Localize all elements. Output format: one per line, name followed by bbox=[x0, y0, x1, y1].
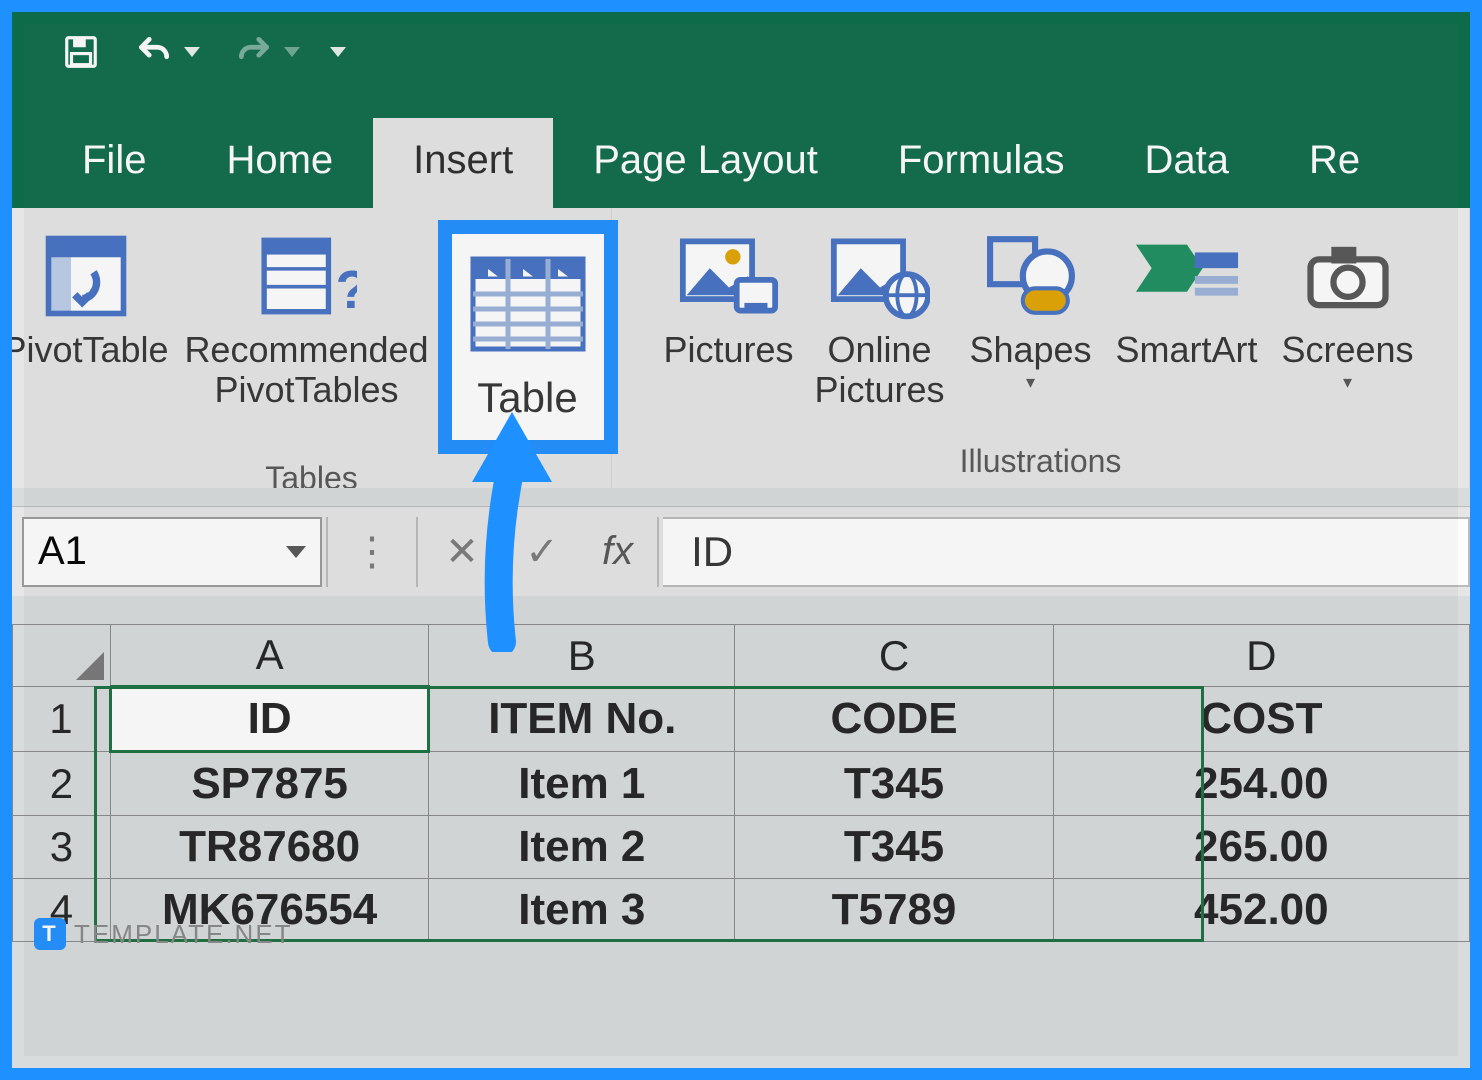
cell-D4[interactable]: 452.00 bbox=[1053, 879, 1469, 942]
quick-access-toolbar bbox=[12, 12, 1470, 92]
online-pictures-button[interactable]: Online Pictures bbox=[805, 226, 955, 409]
table-row: 3 TR87680 Item 2 T345 265.00 bbox=[13, 816, 1470, 879]
cell-C3[interactable]: T345 bbox=[735, 816, 1053, 879]
chevron-down-icon: ▾ bbox=[1026, 372, 1035, 393]
shapes-icon bbox=[976, 226, 1086, 326]
column-header-C[interactable]: C bbox=[735, 625, 1053, 687]
online-pictures-icon bbox=[825, 226, 935, 326]
formula-bar: A1 ⋮ ✕ ✓ fx ID bbox=[12, 506, 1470, 596]
pictures-label: Pictures bbox=[663, 330, 793, 370]
save-icon[interactable] bbox=[62, 33, 100, 71]
tab-page-layout[interactable]: Page Layout bbox=[553, 118, 858, 208]
table-button[interactable]: Table bbox=[438, 220, 618, 454]
pictures-button[interactable]: Pictures bbox=[659, 226, 799, 370]
ribbon-group-illustrations: Pictures Online Pictures bbox=[612, 208, 1470, 488]
shapes-label: Shapes bbox=[969, 330, 1091, 370]
cell-D2[interactable]: 254.00 bbox=[1053, 752, 1469, 816]
row-header-1[interactable]: 1 bbox=[13, 687, 111, 752]
online-pictures-label-l2: Pictures bbox=[814, 370, 944, 410]
recommended-pivot-tables-label-l2: PivotTables bbox=[214, 370, 398, 410]
watermark-text: TEMPLATE.NET bbox=[74, 919, 293, 950]
table-row: 1 ID ITEM No. CODE COST bbox=[13, 687, 1470, 752]
column-header-B[interactable]: B bbox=[429, 625, 735, 687]
cell-B1[interactable]: ITEM No. bbox=[429, 687, 735, 752]
select-all-corner[interactable] bbox=[13, 625, 111, 687]
screenshot-icon bbox=[1293, 226, 1403, 326]
customize-qat-icon[interactable] bbox=[330, 47, 346, 57]
tab-file[interactable]: File bbox=[42, 118, 186, 208]
watermark-badge: T bbox=[34, 918, 66, 950]
tab-data[interactable]: Data bbox=[1105, 118, 1270, 208]
ribbon-group-tables-label: Tables bbox=[265, 454, 358, 488]
cell-A3[interactable]: TR87680 bbox=[110, 816, 428, 879]
formula-input[interactable]: ID bbox=[663, 517, 1470, 587]
smartart-label: SmartArt bbox=[1115, 330, 1257, 370]
screenshot-button[interactable]: Screens ▾ bbox=[1273, 226, 1423, 393]
pictures-icon bbox=[674, 226, 784, 326]
tab-home[interactable]: Home bbox=[186, 118, 373, 208]
table-icon bbox=[458, 244, 598, 364]
name-box-value: A1 bbox=[38, 529, 87, 574]
cancel-formula-icon[interactable]: ✕ bbox=[422, 529, 502, 575]
enter-formula-icon[interactable]: ✓ bbox=[502, 529, 582, 575]
online-pictures-label-l1: Online bbox=[827, 330, 931, 370]
cell-A1[interactable]: ID bbox=[110, 687, 428, 752]
ribbon-group-tables: PivotTable ? Recommended PivotT bbox=[12, 208, 612, 488]
cell-A2[interactable]: SP7875 bbox=[110, 752, 428, 816]
cell-C4[interactable]: T5789 bbox=[735, 879, 1053, 942]
cell-B4[interactable]: Item 3 bbox=[429, 879, 735, 942]
shapes-button[interactable]: Shapes ▾ bbox=[961, 226, 1101, 393]
recommended-pivot-tables-icon: ? bbox=[252, 226, 362, 326]
recommended-pivot-tables-button[interactable]: ? Recommended PivotTables bbox=[182, 226, 432, 409]
ribbon-group-illustrations-label: Illustrations bbox=[960, 437, 1122, 486]
row-header-2[interactable]: 2 bbox=[13, 752, 111, 816]
cell-C2[interactable]: T345 bbox=[735, 752, 1053, 816]
cell-D3[interactable]: 265.00 bbox=[1053, 816, 1469, 879]
cell-C1[interactable]: CODE bbox=[735, 687, 1053, 752]
pivot-table-label: PivotTable bbox=[12, 330, 169, 370]
column-header-D[interactable]: D bbox=[1053, 625, 1469, 687]
cell-B2[interactable]: Item 1 bbox=[429, 752, 735, 816]
undo-icon[interactable] bbox=[130, 33, 200, 71]
formula-input-value: ID bbox=[691, 528, 733, 576]
table-row: 2 SP7875 Item 1 T345 254.00 bbox=[13, 752, 1470, 816]
cell-D1[interactable]: COST bbox=[1053, 687, 1469, 752]
row-header-3[interactable]: 3 bbox=[13, 816, 111, 879]
watermark: T TEMPLATE.NET bbox=[34, 918, 293, 950]
redo-icon[interactable] bbox=[230, 33, 300, 71]
ribbon-tabs: File Home Insert Page Layout Formulas Da… bbox=[12, 92, 1470, 208]
smartart-icon bbox=[1132, 226, 1242, 326]
recommended-pivot-tables-label-l1: Recommended bbox=[184, 330, 428, 370]
app-window: File Home Insert Page Layout Formulas Da… bbox=[0, 0, 1482, 1080]
cell-B3[interactable]: Item 2 bbox=[429, 816, 735, 879]
insert-function-icon[interactable]: fx bbox=[582, 529, 653, 574]
name-box[interactable]: A1 bbox=[22, 517, 322, 587]
chevron-down-icon: ▾ bbox=[1343, 372, 1352, 393]
svg-text:?: ? bbox=[335, 261, 356, 320]
tab-review-partial[interactable]: Re bbox=[1269, 118, 1400, 208]
chevron-down-icon[interactable] bbox=[286, 546, 306, 558]
tab-formulas[interactable]: Formulas bbox=[858, 118, 1105, 208]
spreadsheet-grid[interactable]: A B C D 1 ID ITEM No. CODE COST 2 SP7875 bbox=[12, 624, 1470, 942]
ribbon-insert: PivotTable ? Recommended PivotT bbox=[12, 208, 1470, 488]
pivot-table-icon bbox=[31, 226, 141, 326]
screenshot-label: Screens bbox=[1281, 330, 1413, 370]
column-header-A[interactable]: A bbox=[110, 625, 428, 687]
tab-insert[interactable]: Insert bbox=[373, 118, 553, 208]
smartart-button[interactable]: SmartArt bbox=[1107, 226, 1267, 370]
pivot-table-button[interactable]: PivotTable bbox=[12, 226, 176, 370]
formula-options-icon[interactable]: ⋮ bbox=[332, 529, 412, 575]
table-label: Table bbox=[477, 364, 577, 440]
